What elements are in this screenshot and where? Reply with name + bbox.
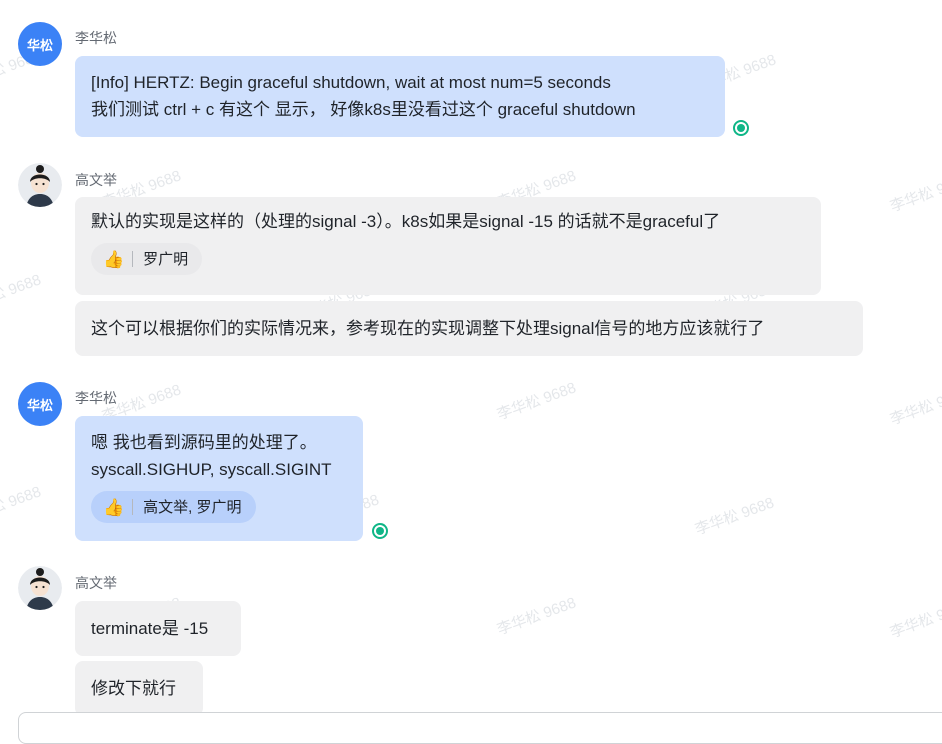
watermark: 李华松 9688 <box>0 483 44 528</box>
avatar[interactable] <box>18 566 62 610</box>
sender-name: 高文举 <box>75 172 117 188</box>
message-text: 嗯 我也看到源码里的处理了。 <box>91 433 317 452</box>
message-bubble[interactable]: 默认的实现是这样的（处理的signal -3）。k8s如果是signal -15… <box>75 197 821 295</box>
avatar-initials: 华松 <box>26 397 53 413</box>
message-text: 这个可以根据你们的实际情况来，参考现在的实现调整下处理signal信号的地方应该… <box>91 319 765 338</box>
thumbs-up-icon: 👍 <box>103 249 125 269</box>
watermark: 李华松 9688 <box>494 594 579 639</box>
message-bubble[interactable]: terminate是 -15 <box>75 601 241 656</box>
message-text: 修改下就行 <box>91 679 176 698</box>
watermark: 李华松 9688 <box>692 494 777 539</box>
reaction-chip[interactable]: 👍 罗广明 <box>91 243 203 275</box>
thumbs-up-icon: 👍 <box>103 497 125 517</box>
message-bubble[interactable]: 这个可以根据你们的实际情况来，参考现在的实现调整下处理signal信号的地方应该… <box>75 301 863 356</box>
watermark: 李华松 9688 <box>887 384 942 429</box>
message-text: terminate是 -15 <box>91 619 209 638</box>
message-bubble[interactable]: [Info] HERTZ: Begin graceful shutdown, w… <box>75 56 725 137</box>
sender-name: 李华松 <box>75 390 117 406</box>
read-status-icon <box>733 120 749 136</box>
sender-name: 高文举 <box>75 575 117 591</box>
message-bubble[interactable]: 修改下就行 <box>75 661 203 716</box>
avatar[interactable]: 华松 <box>18 382 62 426</box>
message-text: 默认的实现是这样的（处理的signal -3）。k8s如果是signal -15… <box>91 212 721 231</box>
reaction-users: 高文举, 罗广明 <box>143 498 242 516</box>
sender-name: 李华松 <box>75 30 117 46</box>
reaction-divider <box>132 499 134 515</box>
message-text: [Info] HERTZ: Begin graceful shutdown, w… <box>91 73 611 92</box>
message-input[interactable] <box>18 712 942 744</box>
read-status-icon <box>372 523 388 539</box>
avatar[interactable] <box>18 163 62 207</box>
avatar-initials: 华松 <box>26 37 53 53</box>
watermark: 李华松 9688 <box>887 171 942 216</box>
message-text: syscall.SIGHUP, syscall.SIGINT <box>91 460 332 479</box>
reaction-chip[interactable]: 👍 高文举, 罗广明 <box>91 491 256 523</box>
message-bubble[interactable]: 嗯 我也看到源码里的处理了。 syscall.SIGHUP, syscall.S… <box>75 416 363 541</box>
reaction-users: 罗广明 <box>143 250 189 268</box>
avatar[interactable]: 华松 <box>18 22 62 66</box>
watermark: 李华松 9688 <box>0 271 44 316</box>
watermark: 李华松 9688 <box>494 379 579 424</box>
watermark: 李华松 9688 <box>887 597 942 642</box>
reaction-divider <box>132 251 134 267</box>
message-text: 我们测试 ctrl + c 有这个 显示， 好像k8s里没看过这个 gracef… <box>91 100 636 119</box>
